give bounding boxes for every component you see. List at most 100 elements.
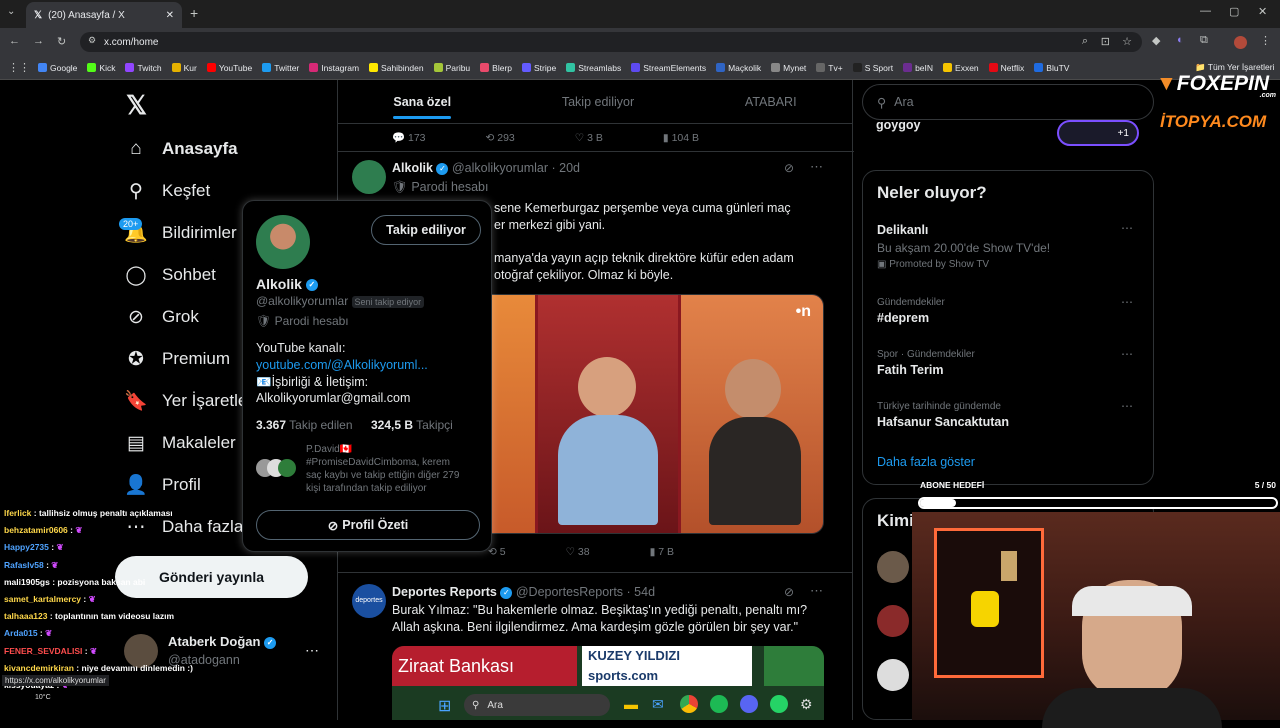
bookmark-label: Instagram: [321, 62, 360, 73]
x-logo-icon[interactable]: 𝕏: [126, 90, 147, 121]
trend-more-icon[interactable]: ⋯: [1121, 221, 1133, 235]
profile-avatar[interactable]: [1234, 36, 1247, 49]
grok-icon[interactable]: ⊘: [784, 585, 794, 599]
bookmark-item[interactable]: S Sport: [852, 63, 893, 73]
repost-button[interactable]: ⟲ 293: [486, 132, 515, 144]
tab-atabari[interactable]: ATABARI: [745, 95, 797, 109]
suggestion-avatar[interactable]: [877, 605, 909, 637]
tab-sana-ozel[interactable]: Sana özel: [393, 95, 451, 119]
like-button[interactable]: ♡ 38: [566, 546, 590, 558]
hovercard-handle-text[interactable]: @alkolikyorumlar: [256, 294, 348, 308]
bookmark-item[interactable]: Kick: [87, 63, 115, 73]
tweet-time[interactable]: · 20d: [552, 161, 581, 175]
whatsapp-icon[interactable]: [770, 695, 788, 713]
bookmark-item[interactable]: Google: [38, 63, 77, 73]
forward-icon[interactable]: →: [33, 35, 44, 47]
address-bar[interactable]: ⚙ x.com/home ⌕ ⊡ ☆: [80, 32, 1142, 52]
maximize-icon[interactable]: ▢: [1229, 5, 1239, 18]
tweet2-author[interactable]: Deportes Reports: [392, 585, 497, 599]
trend-item[interactable]: Spor · Gündemdekiler Fatih Terim ⋯: [877, 347, 1141, 377]
bookmark-item[interactable]: Netflix: [988, 63, 1024, 73]
bookmark-item[interactable]: Stripe: [522, 63, 556, 73]
avatar-group[interactable]: +1: [1057, 120, 1139, 146]
bookmark-item[interactable]: Streamlabs: [566, 63, 621, 73]
trend-more-icon[interactable]: ⋯: [1121, 295, 1133, 309]
tweet-more-icon[interactable]: ⋯: [810, 159, 823, 175]
views-button[interactable]: ▮ 104 B: [663, 132, 699, 144]
tweet-handle[interactable]: @alkolikyorumlar: [452, 161, 548, 175]
minimize-icon[interactable]: —: [1200, 5, 1211, 17]
reply-button[interactable]: 💬 173: [392, 131, 426, 144]
bookmark-item[interactable]: Twitter: [262, 63, 299, 73]
settings-icon[interactable]: ⚙: [800, 696, 813, 713]
tweet2-time[interactable]: · 54d: [627, 585, 656, 599]
tab-takip-ediliyor[interactable]: Takip ediliyor: [562, 95, 634, 109]
bookmark-item[interactable]: Mynet: [771, 63, 806, 73]
bookmark-item[interactable]: Exxen: [943, 63, 979, 73]
tweet-avatar[interactable]: [352, 160, 386, 194]
trend-item[interactable]: Türkiye tarihinde gündemde Hafsanur Sanc…: [877, 399, 1141, 429]
file-explorer-icon[interactable]: ▬: [624, 696, 638, 712]
bookmark-item[interactable]: StreamElements: [631, 63, 706, 73]
trend-more-icon[interactable]: ⋯: [1121, 347, 1133, 361]
tweet2-handle[interactable]: @DeportesReports: [516, 585, 623, 599]
suggestion-avatar[interactable]: [877, 659, 909, 691]
extension-icon[interactable]: ◆: [1152, 34, 1160, 47]
close-tab-icon[interactable]: ✕: [166, 10, 174, 21]
bio-link[interactable]: youtube.com/@Alkolikyoruml...: [256, 358, 428, 372]
install-icon[interactable]: ⊡: [1101, 35, 1110, 48]
show-more-link[interactable]: Daha fazla göster: [877, 455, 975, 469]
followers-count[interactable]: 324,5 B Takipçi: [371, 418, 453, 432]
tweet2-avatar[interactable]: deportes: [352, 584, 386, 618]
new-tab-icon[interactable]: +: [190, 5, 198, 21]
windows-start-icon[interactable]: ⊞: [438, 696, 451, 716]
chrome-icon[interactable]: [680, 695, 698, 713]
repost-button[interactable]: ⟲ 5: [488, 546, 506, 558]
following-button[interactable]: Takip ediliyor: [371, 215, 481, 245]
bookmark-item[interactable]: Kur: [171, 63, 197, 73]
tweet-author[interactable]: Alkolik: [392, 161, 433, 175]
trend-item[interactable]: Delikanlı Bu akşam 20.00'de Show TV'de! …: [877, 221, 1141, 270]
hovercard-avatar[interactable]: [256, 215, 310, 269]
bookmark-item[interactable]: BluTV: [1034, 63, 1069, 73]
bookmark-item[interactable]: Maçkolik: [716, 63, 761, 73]
like-button[interactable]: ♡ 3 B: [575, 132, 603, 144]
mutual-followers-text[interactable]: P.David🇨🇦 #PromiseDavidCimboma, kerem sa…: [306, 443, 488, 495]
profile-summary-button[interactable]: ⊘ Profil Özeti: [256, 510, 480, 540]
bookmark-item[interactable]: beIN: [903, 63, 933, 73]
trend-more-icon[interactable]: ⋯: [1121, 399, 1133, 413]
bookmark-item[interactable]: Twitch: [125, 63, 162, 73]
taskbar-search[interactable]: ⚲ Ara: [464, 694, 610, 716]
reload-icon[interactable]: ↻: [57, 35, 66, 48]
account-more-icon[interactable]: ⋯: [305, 642, 319, 659]
search-input[interactable]: ⚲ Ara: [862, 84, 1154, 120]
tweet2-more-icon[interactable]: ⋯: [810, 583, 823, 599]
star-icon[interactable]: ☆: [1122, 35, 1132, 48]
hovercard-name[interactable]: Alkolik ✓: [256, 276, 318, 292]
apps-grid-icon[interactable]: ⋮⋮: [8, 61, 30, 74]
extensions-puzzle-icon[interactable]: ⧉: [1200, 34, 1208, 47]
bookmark-item[interactable]: Blerp: [480, 63, 512, 73]
zoom-icon[interactable]: ⌕: [1082, 35, 1088, 48]
back-icon[interactable]: ←: [9, 35, 20, 47]
bookmark-item[interactable]: Paribu: [433, 63, 470, 73]
window-close-icon[interactable]: ✕: [1258, 5, 1267, 18]
site-info-icon[interactable]: ⚙: [88, 35, 96, 46]
discord-icon[interactable]: [740, 695, 758, 713]
trend-item[interactable]: Gündemdekiler #deprem ⋯: [877, 295, 1141, 325]
suggestion-avatar[interactable]: [877, 551, 909, 583]
spotify-icon[interactable]: [710, 695, 728, 713]
mail-icon[interactable]: ✉: [652, 696, 664, 713]
browser-tab[interactable]: 𝕏 (20) Anasayfa / X ✕: [26, 2, 182, 28]
browser-menu-icon[interactable]: ⋮: [1260, 34, 1271, 47]
bookmark-item[interactable]: YouTube: [206, 63, 252, 73]
nav-item[interactable]: ⌂ Anasayfa: [124, 128, 344, 170]
bookmark-item[interactable]: Instagram: [309, 63, 359, 73]
following-count[interactable]: 3.367 Takip edilen: [256, 418, 353, 432]
tab-search-icon[interactable]: ⌄: [7, 6, 15, 17]
views-button[interactable]: ▮ 7 B: [650, 546, 674, 558]
bookmark-item[interactable]: Tv+: [816, 63, 843, 73]
grok-icon[interactable]: ⊘: [784, 161, 794, 175]
extension2-icon[interactable]: ◐: [1177, 34, 1184, 46]
bookmark-item[interactable]: Sahibinden: [369, 63, 424, 73]
